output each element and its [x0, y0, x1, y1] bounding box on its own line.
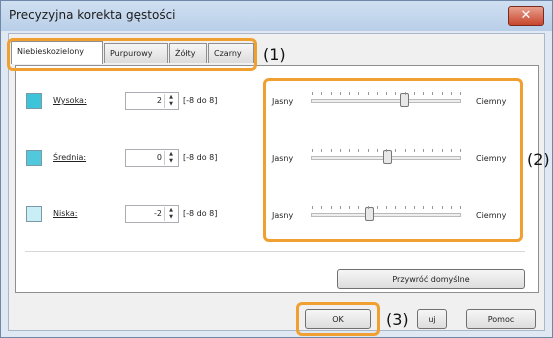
color-swatch-high [26, 93, 42, 109]
range-high: [-8 do 8] [183, 96, 218, 105]
cancel-button[interactable]: uj [417, 309, 447, 329]
title-bar: Precyzyjna korekta gęstości ✕ [1, 1, 552, 31]
color-swatch-low [26, 206, 42, 222]
divider [25, 251, 525, 252]
range-medium: [-8 do 8] [183, 153, 218, 162]
label-low: Niska: [53, 209, 78, 218]
color-swatch-medium [26, 150, 42, 166]
callout-1-label: (1) [263, 45, 286, 64]
arrow-down-icon[interactable]: ▼ [165, 158, 177, 165]
label-high: Wysoka: [53, 96, 87, 105]
help-button[interactable]: Pomoc [466, 309, 536, 329]
arrow-down-icon[interactable]: ▼ [165, 214, 177, 221]
spinner-low[interactable]: -2 ▲ ▼ [125, 205, 179, 223]
spinner-high-value: 2 [156, 96, 162, 105]
callout-2-label: (2) [527, 150, 550, 169]
arrow-down-icon[interactable]: ▼ [165, 101, 177, 108]
arrow-up-icon[interactable]: ▲ [165, 94, 177, 101]
dialog-title: Precyzyjna korekta gęstości [9, 8, 176, 22]
callout-3-label: (3) [386, 310, 409, 329]
spinner-high-buttons[interactable]: ▲ ▼ [164, 94, 177, 108]
arrow-up-icon[interactable]: ▲ [165, 151, 177, 158]
dialog-window: Precyzyjna korekta gęstości ✕ Niebieskoz… [0, 0, 553, 338]
arrow-up-icon[interactable]: ▲ [165, 207, 177, 214]
spinner-medium-buttons[interactable]: ▲ ▼ [164, 151, 177, 165]
spinner-high[interactable]: 2 ▲ ▼ [125, 92, 179, 110]
spinner-low-value: -2 [154, 209, 162, 218]
callout-3-frame [296, 302, 380, 336]
callout-2-frame [263, 78, 523, 242]
spinner-medium-value: 0 [156, 153, 162, 162]
restore-defaults-button[interactable]: Przywróć domyślne [337, 269, 525, 289]
close-button[interactable]: ✕ [508, 6, 544, 26]
spinner-low-buttons[interactable]: ▲ ▼ [164, 207, 177, 221]
spinner-medium[interactable]: 0 ▲ ▼ [125, 149, 179, 167]
label-medium: Średnia: [53, 153, 87, 162]
range-low: [-8 do 8] [183, 209, 218, 218]
callout-1-frame [7, 38, 257, 71]
